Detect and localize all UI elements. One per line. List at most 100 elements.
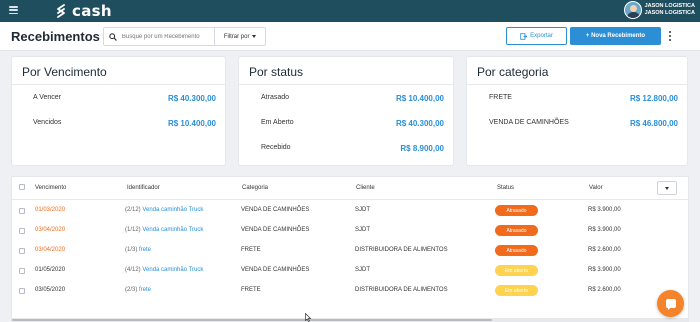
status-badge: Atrasado bbox=[495, 225, 538, 236]
new-receivable-button[interactable]: + Nova Recebimento bbox=[570, 27, 661, 45]
row-checkbox[interactable] bbox=[19, 288, 25, 294]
chat-icon bbox=[665, 298, 676, 310]
status-badge: Em aberto bbox=[495, 285, 538, 296]
summary-label: FRETE bbox=[489, 94, 512, 101]
installment: (1/12) bbox=[125, 227, 141, 233]
client: DISTRIBUIDORA DE ALIMENTOS bbox=[355, 287, 448, 293]
summary-label: A Vencer bbox=[33, 94, 62, 101]
due-date: 01/05/2020 bbox=[35, 267, 66, 273]
card-por-categoria: Por categoria FRETE R$ 12.800,00 VENDA D… bbox=[467, 57, 687, 165]
identifier: (1/12) Venda caminhão Truck bbox=[125, 227, 203, 233]
summary-label: Recebido bbox=[261, 144, 291, 151]
due-date: 03/04/2020 bbox=[35, 227, 66, 233]
row-checkbox[interactable] bbox=[19, 208, 25, 214]
column-header[interactable]: Status bbox=[497, 185, 514, 191]
installment: (2/12) bbox=[125, 207, 141, 213]
search-input[interactable] bbox=[121, 28, 215, 45]
menu-icon[interactable] bbox=[9, 6, 18, 14]
filter-dropdown[interactable]: Filtrar por bbox=[214, 28, 265, 45]
chevron-down-icon bbox=[665, 186, 669, 190]
category: VENDA DE CAMINHÕES bbox=[241, 207, 310, 213]
identifier: (2/3) frete bbox=[125, 287, 151, 293]
client: SJDT bbox=[355, 207, 370, 213]
table-row[interactable]: 03/04/2020 (1/3) frete FRETE DISTRIBUIDORA … bbox=[12, 241, 688, 261]
app-logo[interactable]: cash bbox=[55, 2, 112, 20]
table-row[interactable]: 03/04/2020 (1/12) Venda caminhão Truck VEN… bbox=[12, 221, 688, 241]
summary-value: R$ 8.900,00 bbox=[400, 144, 444, 153]
column-header[interactable]: Valor bbox=[589, 185, 603, 191]
table-row[interactable]: 03/05/2020 (2/3) frete FRETE DISTRIBUIDORA … bbox=[12, 281, 688, 301]
due-date: 01/03/2020 bbox=[35, 207, 66, 213]
installment: (4/12) bbox=[125, 267, 141, 273]
summary-label: Atrasado bbox=[261, 94, 290, 101]
category: VENDA DE CAMINHÕES bbox=[241, 267, 310, 273]
status-badge: Atrasado bbox=[495, 205, 538, 216]
avatar[interactable] bbox=[623, 1, 642, 19]
summary-row: FRETE R$ 12.800,00 bbox=[467, 94, 687, 106]
chat-button[interactable] bbox=[657, 290, 684, 317]
amount: R$ 3.900,00 bbox=[588, 207, 621, 213]
summary-row: Atrasado R$ 10.400,00 bbox=[239, 94, 453, 106]
identifier: (4/12) Venda caminhão Truck bbox=[125, 267, 203, 273]
identifier-link[interactable]: Venda caminhão Truck bbox=[142, 227, 203, 233]
identifier-link[interactable]: Venda caminhão Truck bbox=[142, 267, 203, 273]
logo-icon bbox=[57, 4, 65, 18]
table-row[interactable]: 01/05/2020 (4/12) Venda caminhão Truck VEN… bbox=[12, 261, 688, 281]
amount: R$ 2.600,00 bbox=[588, 247, 621, 253]
search-box: Filtrar por bbox=[103, 27, 266, 46]
summary-row: A Vencer R$ 40.300,00 bbox=[12, 94, 225, 106]
more-options-icon[interactable] bbox=[669, 31, 672, 41]
summary-value: R$ 10.400,00 bbox=[395, 94, 444, 103]
summary-value: R$ 46.800,00 bbox=[629, 119, 678, 128]
mouse-cursor-icon bbox=[305, 313, 311, 322]
identifier-link[interactable]: frete bbox=[139, 247, 151, 253]
status-badge: Atrasado bbox=[495, 245, 538, 256]
user-name: JASON LOGISTICA bbox=[644, 3, 695, 9]
card-por-vencimento: Por Vencimento A Vencer R$ 40.300,00 Ven… bbox=[12, 57, 225, 165]
export-label: Exportar bbox=[530, 33, 553, 39]
export-button[interactable]: Exportar bbox=[506, 27, 567, 45]
summary-row: Recebido R$ 8.900,00 bbox=[239, 144, 453, 156]
card-title: Por status bbox=[249, 65, 304, 79]
columns-dropdown-button[interactable] bbox=[657, 181, 677, 195]
amount: R$ 3.900,00 bbox=[588, 267, 621, 273]
row-checkbox[interactable] bbox=[19, 248, 25, 254]
identifier-link[interactable]: frete bbox=[139, 287, 151, 293]
horizontal-scrollbar[interactable] bbox=[12, 318, 688, 322]
summary-value: R$ 40.300,00 bbox=[395, 119, 444, 128]
installment: (2/3) bbox=[125, 287, 138, 293]
search-icon[interactable] bbox=[104, 28, 122, 45]
category: FRETE bbox=[241, 287, 261, 293]
receivables-table: Vencimento Identificador Categoria Clien… bbox=[12, 177, 688, 322]
card-title: Por Vencimento bbox=[22, 65, 107, 79]
export-icon bbox=[520, 32, 528, 40]
installment: (1/3) bbox=[125, 247, 138, 253]
select-all-checkbox[interactable] bbox=[19, 184, 25, 190]
summary-label: VENDA DE CAMINHÕES bbox=[489, 119, 569, 126]
table-row[interactable]: 01/03/2020 (2/12) Venda caminhão Truck VEN… bbox=[12, 201, 688, 221]
user-menu[interactable]: JASON LOGISTICA JASON LOGISTICA bbox=[623, 1, 695, 19]
identifier: (1/3) frete bbox=[125, 247, 151, 253]
amount: R$ 2.600,00 bbox=[588, 287, 621, 293]
page-header: Recebimentos Filtrar por Exportar + Nova… bbox=[0, 22, 700, 51]
row-checkbox[interactable] bbox=[19, 228, 25, 234]
category: FRETE bbox=[241, 247, 261, 253]
amount: R$ 3.900,00 bbox=[588, 227, 621, 233]
column-header[interactable]: Identificador bbox=[127, 185, 160, 191]
identifier: (2/12) Venda caminhão Truck bbox=[125, 207, 203, 213]
summary-label: Vencidos bbox=[33, 119, 62, 126]
company-name: JASON LOGISTICA bbox=[644, 10, 695, 16]
filter-label: Filtrar por bbox=[223, 33, 250, 40]
column-header[interactable]: Categoria bbox=[242, 185, 268, 191]
summary-row: Em Aberto R$ 40.300,00 bbox=[239, 119, 453, 131]
summary-value: R$ 40.300,00 bbox=[167, 94, 216, 103]
column-header[interactable]: Vencimento bbox=[35, 185, 66, 191]
identifier-link[interactable]: Venda caminhão Truck bbox=[142, 207, 203, 213]
client: SJDT bbox=[355, 227, 370, 233]
client: DISTRIBUIDORA DE ALIMENTOS bbox=[355, 247, 448, 253]
row-checkbox[interactable] bbox=[19, 268, 25, 274]
card-por-status: Por status Atrasado R$ 10.400,00 Em Aber… bbox=[239, 57, 453, 165]
summary-row: Vencidos R$ 10.400,00 bbox=[12, 119, 225, 131]
page-title: Recebimentos bbox=[11, 29, 100, 44]
column-header[interactable]: Cliente bbox=[356, 185, 375, 191]
